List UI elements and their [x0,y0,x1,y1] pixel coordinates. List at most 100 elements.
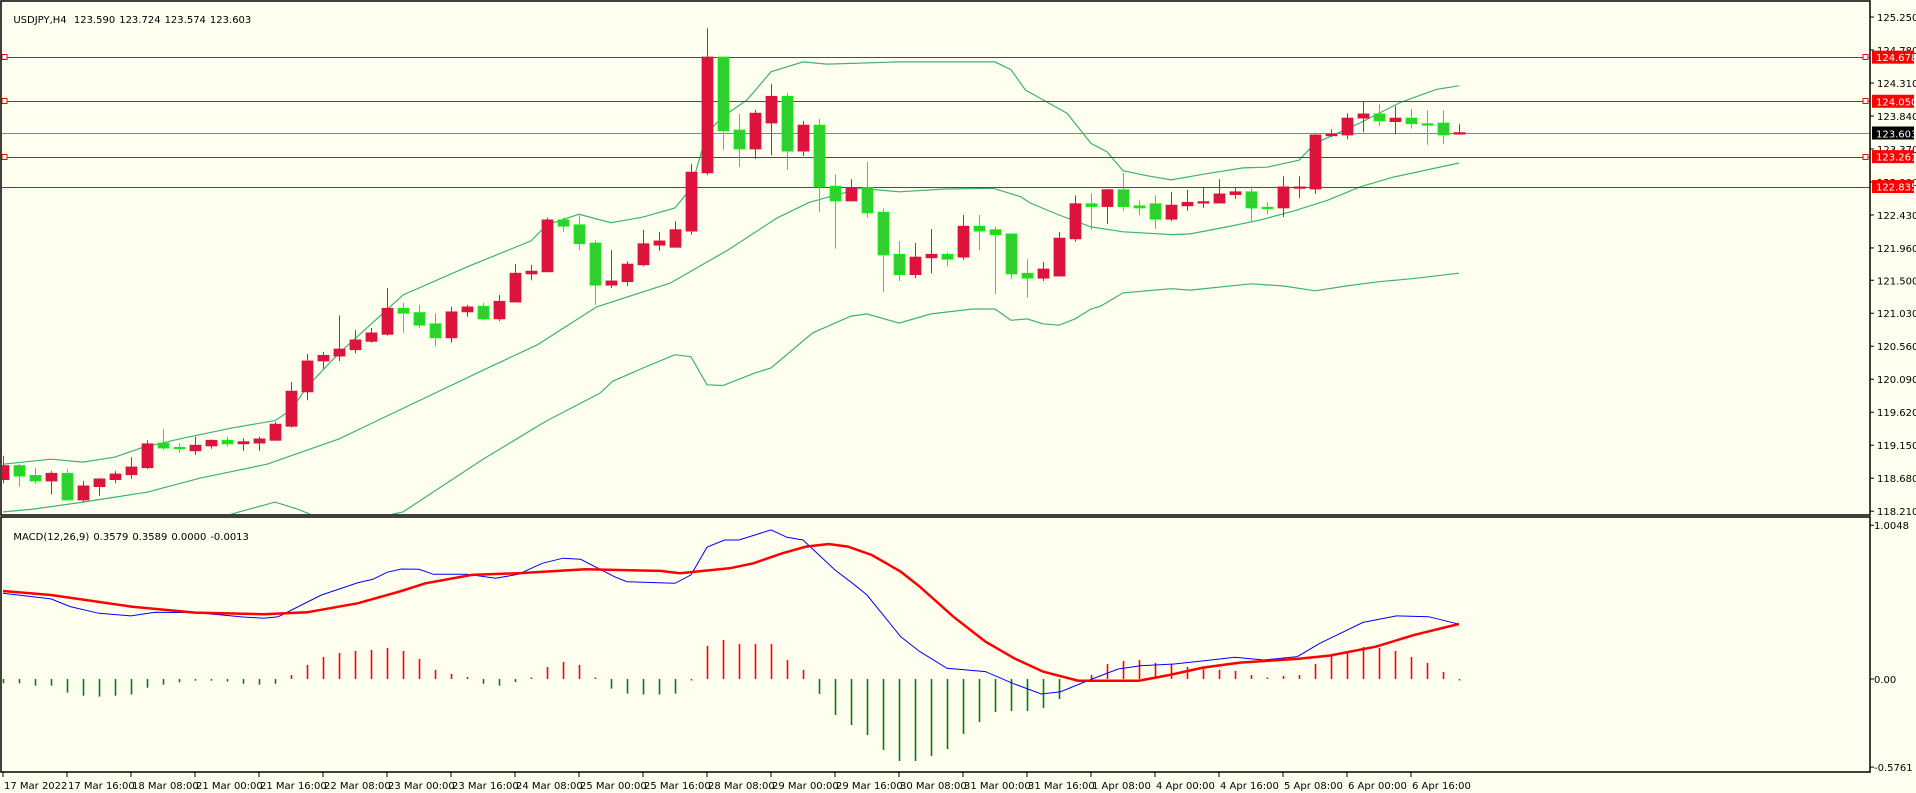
time-tick-label: 31 Mar 00:00 [964,781,1031,792]
bear-candle-body [1373,113,1386,122]
level-handle-left[interactable] [1,54,8,60]
bull-candle-body [45,472,58,482]
level-handle-left[interactable] [1,154,8,160]
time-tick-label: 23 Mar 16:00 [452,781,519,792]
time-tick-label: 24 Mar 08:00 [516,781,583,792]
candle [445,306,458,343]
bear-candle-body [157,442,170,449]
bear-candle-body [1245,191,1258,209]
time-tick-label: 25 Mar 00:00 [580,781,647,792]
bear-candle-body [221,439,234,445]
bull-candle-body [349,339,362,351]
time-tick-label: 22 Mar 08:00 [324,781,391,792]
time-tick-label: 17 Mar 16:00 [68,781,135,792]
bull-candle-body [1341,117,1354,136]
bull-candle-body [1453,132,1466,135]
high-value: 123.724 [119,15,161,26]
macd-value-4: -0.0013 [210,532,249,543]
candle [1005,233,1018,279]
bear-candle-body [781,95,794,152]
time-tick-label: 1 Apr 08:00 [1092,781,1151,792]
bull-candle-body [1277,186,1290,209]
bull-candle-body [109,473,122,481]
open-value: 123.590 [73,15,116,26]
bull-candle-body [1053,237,1066,277]
symbol-legend: USDJPY,H4 123.590 123.724 123.574 123.603 [7,4,255,26]
bear-candle-body [1405,117,1418,125]
macd-tick-label: 0.00 [1874,675,1896,686]
bull-candle-body [301,360,314,393]
bear-candle-body [573,224,586,245]
price-tick-label: 122.430 [1877,211,1916,222]
bull-candle-body [1181,201,1194,207]
level-price-label: 123.261 [1876,153,1916,164]
macd-name: MACD(12,26,9) [13,532,90,543]
candle [61,469,74,501]
bull-candle-body [253,438,266,444]
level-handle-right[interactable] [1862,98,1869,104]
candle [685,163,698,235]
bear-candle-body [813,124,826,188]
low-value: 123.574 [164,15,206,26]
bull-candle-body [1037,268,1050,279]
bear-candle-body [973,225,986,232]
level-price-label: 122.835 [1876,183,1916,194]
bear-candle-body [1149,203,1162,220]
bear-candle-body [733,129,746,150]
bull-candle-body [845,187,858,202]
bear-candle-body [829,185,842,202]
bear-candle-body [589,242,602,286]
bear-candle-body [717,56,730,132]
bull-candle-body [765,95,778,124]
close-value: 123.603 [209,15,252,26]
bear-candle-body [413,312,426,326]
bull-candle-body [669,229,682,248]
bull-candle-body [285,390,298,427]
level-handle-right[interactable] [1862,154,1869,160]
bear-candle-body [989,229,1002,236]
bear-candle-body [29,474,42,482]
level-handle-left[interactable] [1,98,8,104]
time-tick-label: 30 Mar 08:00 [900,781,967,792]
bull-candle-body [365,332,378,342]
candle [141,440,154,470]
price-tick-label: 121.960 [1877,244,1916,255]
price-tick-label: 120.090 [1877,375,1916,386]
bull-candle-body [541,219,554,273]
macd-tick-label: 1.0048 [1874,521,1909,532]
bear-candle-body [1133,205,1146,209]
bear-candle-body [173,446,186,450]
bull-candle-body [317,354,330,362]
bear-candle-body [877,211,890,256]
macd-legend: MACD(12,26,9) 0.3579 0.3589 0.0000 -0.0013 [7,521,253,543]
price-tick-label: 123.840 [1877,112,1916,123]
chart-canvas[interactable]: 125.250124.780124.310123.840123.370122.9… [0,0,1916,793]
bear-candle-body [397,307,410,314]
bull-candle-body [205,439,218,447]
time-tick-label: 5 Apr 08:00 [1284,781,1343,792]
bull-candle-body [1197,201,1210,204]
level-price-label: 124.678 [1876,53,1916,64]
level-handle-right[interactable] [1862,54,1869,60]
time-tick-label: 21 Mar 16:00 [260,781,327,792]
time-tick-label: 4 Apr 00:00 [1156,781,1215,792]
bull-candle-body [1357,113,1370,119]
time-tick-label: 29 Mar 00:00 [772,781,839,792]
level-price-label: 124.050 [1876,97,1916,108]
bull-candle-body [749,112,762,150]
bull-candle-body [461,306,474,313]
bull-candle-body [621,263,634,283]
bull-candle-body [605,280,618,286]
bull-candle-body [509,272,522,303]
bear-candle-body [861,187,874,214]
macd-tick-label: -0.5761 [1874,763,1913,774]
macd-value-3: 0.0000 [171,532,207,543]
bear-candle-body [1005,233,1018,275]
time-tick-label: 28 Mar 08:00 [708,781,775,792]
bull-candle-body [1293,186,1306,189]
bull-candle-body [957,225,970,258]
bear-candle-body [941,253,954,260]
price-tick-label: 120.560 [1877,342,1916,353]
bull-candle-body [685,171,698,232]
bear-candle-body [557,219,570,227]
